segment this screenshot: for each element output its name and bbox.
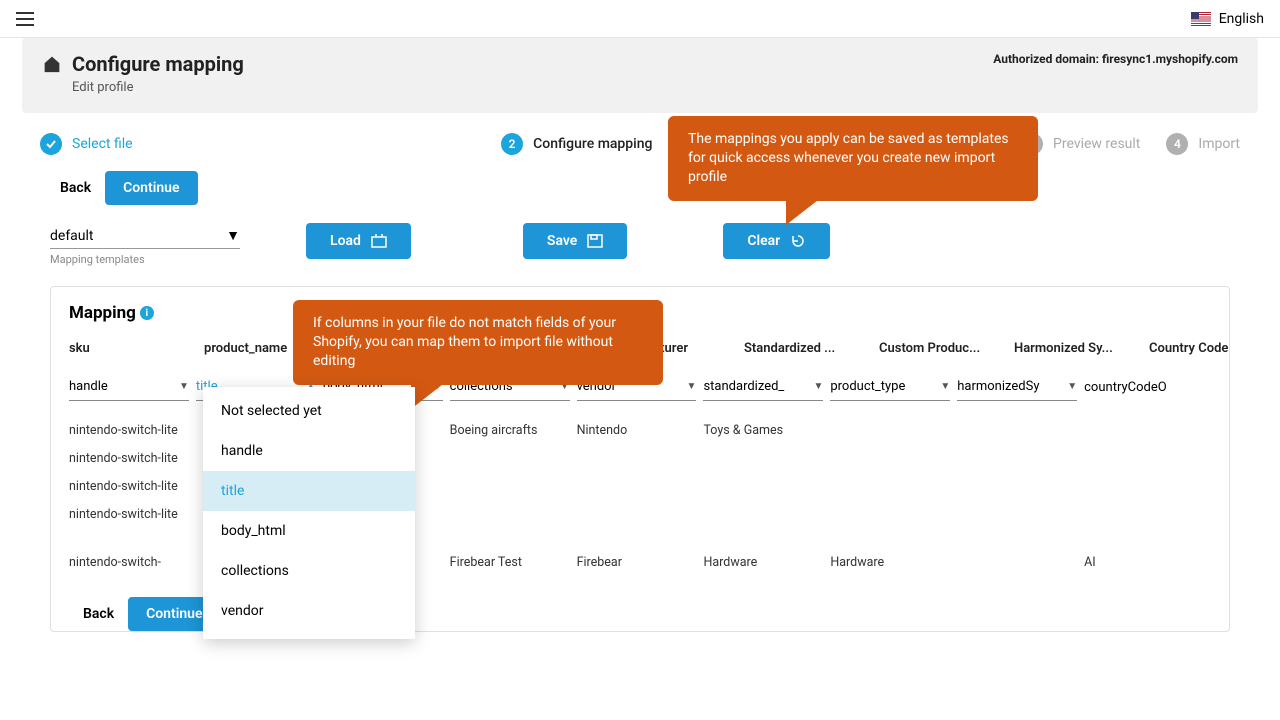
dropdown-option[interactable]: vendor [203,591,415,631]
table-cell: Nintendo [577,419,704,442]
chevron-down-icon: ▼ [226,227,240,244]
load-icon [371,234,387,248]
back-button-bottom[interactable]: Back [83,606,114,622]
step-label: Preview result [1053,136,1140,152]
mapping-field-select[interactable]: countryCodeO [1084,374,1204,401]
step-label: Select file [72,136,133,152]
mapping-field-select[interactable]: product_type▼ [830,374,950,401]
table-cell: Firebear [577,551,704,574]
stepper: Select file 2 Configure mapping 3 Previe… [0,113,1280,165]
template-value: default [50,228,94,244]
mapping-title: Mapping [69,303,136,323]
table-cell: Toys & Games [703,419,830,442]
table-cell [703,503,830,511]
check-icon [45,138,57,150]
page-header: Configure mapping Edit profile Authorize… [22,38,1258,113]
dropdown-option[interactable]: collections [203,551,415,591]
tooltip-templates: The mappings you apply can be saved as t… [668,116,1038,201]
clear-icon [790,234,806,248]
table-cell [1084,447,1211,455]
table-cell: Firebear Test [450,551,577,574]
column-header: Harmonized Sy... [1014,341,1143,356]
save-button[interactable]: Save [523,223,627,259]
language-selector[interactable]: English [1191,11,1264,27]
table-cell [1084,503,1211,511]
column-header: sku [69,341,198,356]
step-import[interactable]: 4 Import [1166,133,1240,155]
chevron-down-icon: ▼ [813,381,823,392]
save-icon [587,234,603,248]
table-cell: nintendo-switch- [69,551,196,574]
table-cell [577,447,704,455]
dropdown-option[interactable]: title [203,471,415,511]
step-select-file[interactable]: Select file [40,133,133,155]
auth-domain: Authorized domain: firesync1.myshopify.c… [993,52,1238,66]
flag-us-icon [1191,12,1211,26]
chevron-down-icon: ▼ [179,381,189,392]
back-button[interactable]: Back [60,180,91,196]
table-cell [957,447,1084,455]
table-cell: nintendo-switch-lite [69,447,196,470]
table-cell: Hardware [830,551,957,574]
table-cell [830,503,957,511]
load-button[interactable]: Load [306,223,411,259]
step-preview-result[interactable]: 3 Preview result [1021,133,1140,155]
table-cell [1084,419,1211,427]
table-cell: nintendo-switch-lite [69,475,196,498]
clear-button[interactable]: Clear [723,223,830,259]
info-icon[interactable]: i [140,306,154,320]
chevron-down-icon: ▼ [1067,381,1077,392]
home-icon [42,55,62,73]
table-cell [830,475,957,483]
table-cell: AI [1084,551,1211,574]
table-cell [957,475,1084,483]
step-label: Configure mapping [533,136,652,152]
column-header: Standardized ... [744,341,873,356]
table-cell [957,503,1084,511]
chevron-down-icon: ▼ [940,381,950,392]
table-cell [703,475,830,483]
step-label: Import [1198,136,1240,152]
table-cell [830,419,957,427]
page-title: Configure mapping [72,52,244,76]
language-label: English [1219,11,1264,27]
table-cell [450,503,577,511]
mapping-field-select[interactable]: handle▼ [69,374,189,401]
table-cell [957,551,1084,559]
table-cell [830,447,957,455]
mapping-field-select[interactable]: standardized_▼ [703,374,823,401]
step-configure-mapping[interactable]: 2 Configure mapping [501,133,652,155]
table-cell: nintendo-switch-lite [69,419,196,442]
chevron-down-icon: ▼ [687,381,697,392]
column-header: Custom Produc... [879,341,1008,356]
table-cell [450,447,577,455]
dropdown-option[interactable]: Not selected yet [203,391,415,431]
table-cell: Hardware [703,551,830,574]
table-cell [703,447,830,455]
mapping-template-select[interactable]: default ▼ [50,223,240,249]
dropdown-option[interactable]: body_html [203,511,415,551]
table-cell [577,503,704,511]
mapping-field-select[interactable]: harmonizedSy▼ [957,374,1077,401]
mapping-dropdown[interactable]: Not selected yethandletitlebody_htmlcoll… [203,387,415,639]
table-cell [957,419,1084,427]
table-cell [577,475,704,483]
template-caption: Mapping templates [50,253,240,266]
table-cell: Boeing aircrafts [450,419,577,442]
dropdown-option[interactable]: handle [203,431,415,471]
table-cell [1084,475,1211,483]
menu-icon[interactable] [16,12,34,26]
continue-button[interactable]: Continue [105,171,197,205]
tooltip-mapping: If columns in your file do not match fie… [293,300,663,385]
table-cell: nintendo-switch-lite [69,503,196,526]
table-cell [450,475,577,483]
page-subtitle: Edit profile [72,80,244,95]
column-header: Country Code [1149,341,1278,356]
